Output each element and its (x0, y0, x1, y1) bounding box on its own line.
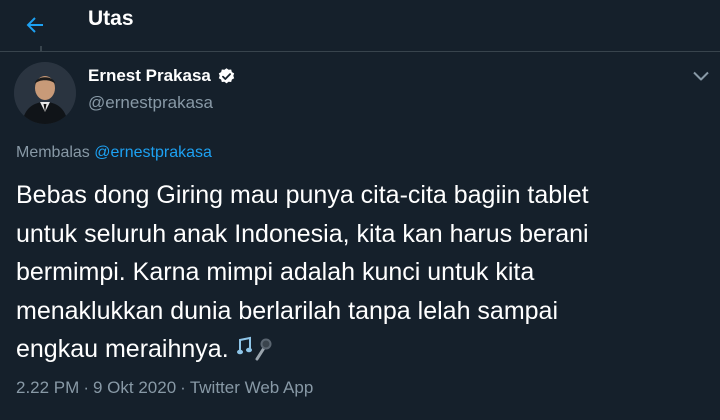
tweet-text-line: untuk seluruh anak Indonesia, kita kan h… (16, 219, 589, 248)
microphone-icon (255, 338, 272, 361)
author-handle[interactable]: @ernestprakasa (88, 93, 213, 113)
musical-notes-icon (236, 336, 252, 355)
back-button[interactable] (14, 4, 56, 46)
tweet-time-link[interactable]: 2.22 PM (16, 378, 79, 398)
avatar-image (14, 62, 76, 124)
tweet-text: Bebas dong Giring mau punya cita-cita ba… (16, 176, 706, 373)
meta-separator: · (180, 378, 186, 397)
tweet-meta: 2.22 PM · 9 Okt 2020 · Twitter Web App (16, 378, 313, 398)
reply-mention-link[interactable]: @ernestprakasa (94, 144, 212, 161)
tweet-text-line: engkau meraihnya. (16, 335, 229, 363)
avatar[interactable] (14, 62, 76, 124)
header-bar: Utas (0, 0, 720, 52)
author-display-name: Ernest Prakasa (88, 66, 211, 85)
tweet-text-line: bermimpi. Karna mimpi adalah kunci untuk… (16, 258, 535, 286)
tweet-text-line: Bebas dong Giring mau punya cita-cita ba… (16, 181, 589, 209)
chevron-down-icon (693, 71, 709, 81)
music-microphone-emoji-icon (236, 334, 273, 373)
tweet-menu-button[interactable] (690, 66, 712, 86)
verified-badge-icon (217, 67, 236, 86)
reply-context: Membalas @ernestprakasa (16, 144, 212, 162)
tweet-source-link[interactable]: Twitter Web App (190, 378, 313, 398)
author-name-row[interactable]: Ernest Prakasa (88, 66, 236, 86)
thread-connector-line (40, 46, 42, 52)
reply-prefix: Membalas (16, 144, 90, 161)
page-title: Utas (88, 7, 134, 30)
tweet-date-link[interactable]: 9 Okt 2020 (93, 378, 176, 398)
tweet-text-line-last: engkau meraihnya. (16, 330, 706, 373)
meta-separator: · (83, 378, 89, 397)
tweet-text-line: menaklukkan dunia berlarilah tanpa lelah… (16, 296, 559, 325)
arrow-left-icon (26, 17, 43, 33)
